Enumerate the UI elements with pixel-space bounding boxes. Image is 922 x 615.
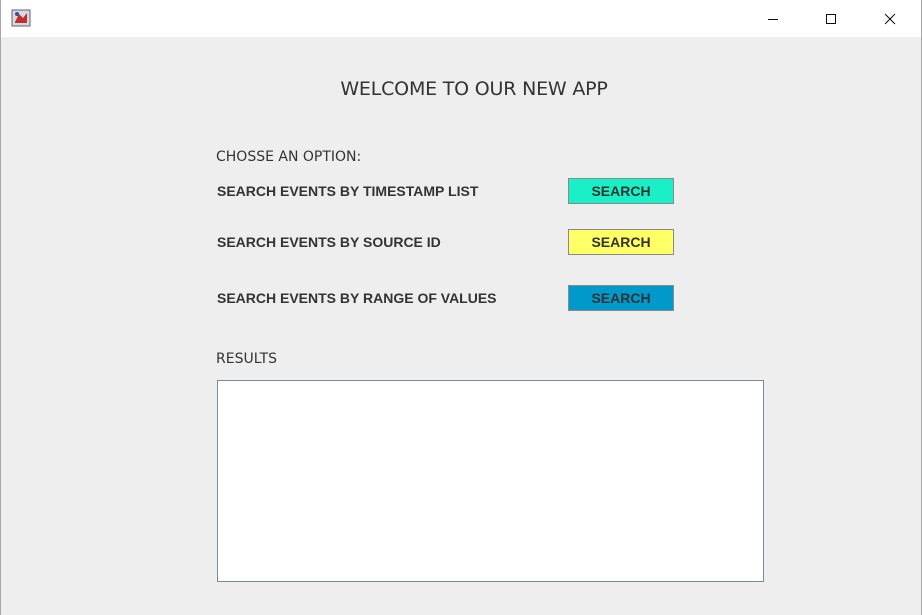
- option-label-range: SEARCH EVENTS BY RANGE OF VALUES: [217, 290, 497, 306]
- option-label-timestamp: SEARCH EVENTS BY TIMESTAMP LIST: [217, 183, 479, 199]
- results-text-area[interactable]: [217, 380, 764, 582]
- option-label-source-id: SEARCH EVENTS BY SOURCE ID: [217, 234, 441, 250]
- java-app-icon: [11, 9, 31, 27]
- content-pane: WELCOME TO OUR NEW APP CHOSSE AN OPTION:…: [1, 37, 921, 615]
- app-window: WELCOME TO OUR NEW APP CHOSSE AN OPTION:…: [0, 0, 922, 615]
- maximize-icon[interactable]: [802, 0, 860, 37]
- search-source-id-button[interactable]: SEARCH: [568, 229, 674, 255]
- close-icon[interactable]: [861, 0, 919, 37]
- search-timestamp-button[interactable]: SEARCH: [568, 178, 674, 204]
- results-label: RESULTS: [216, 351, 278, 367]
- welcome-heading: WELCOME TO OUR NEW APP: [340, 78, 608, 100]
- search-range-button[interactable]: SEARCH: [568, 285, 674, 311]
- minimize-icon[interactable]: [744, 0, 802, 37]
- title-bar[interactable]: [1, 0, 921, 37]
- choose-option-label: CHOSSE AN OPTION:: [216, 149, 362, 165]
